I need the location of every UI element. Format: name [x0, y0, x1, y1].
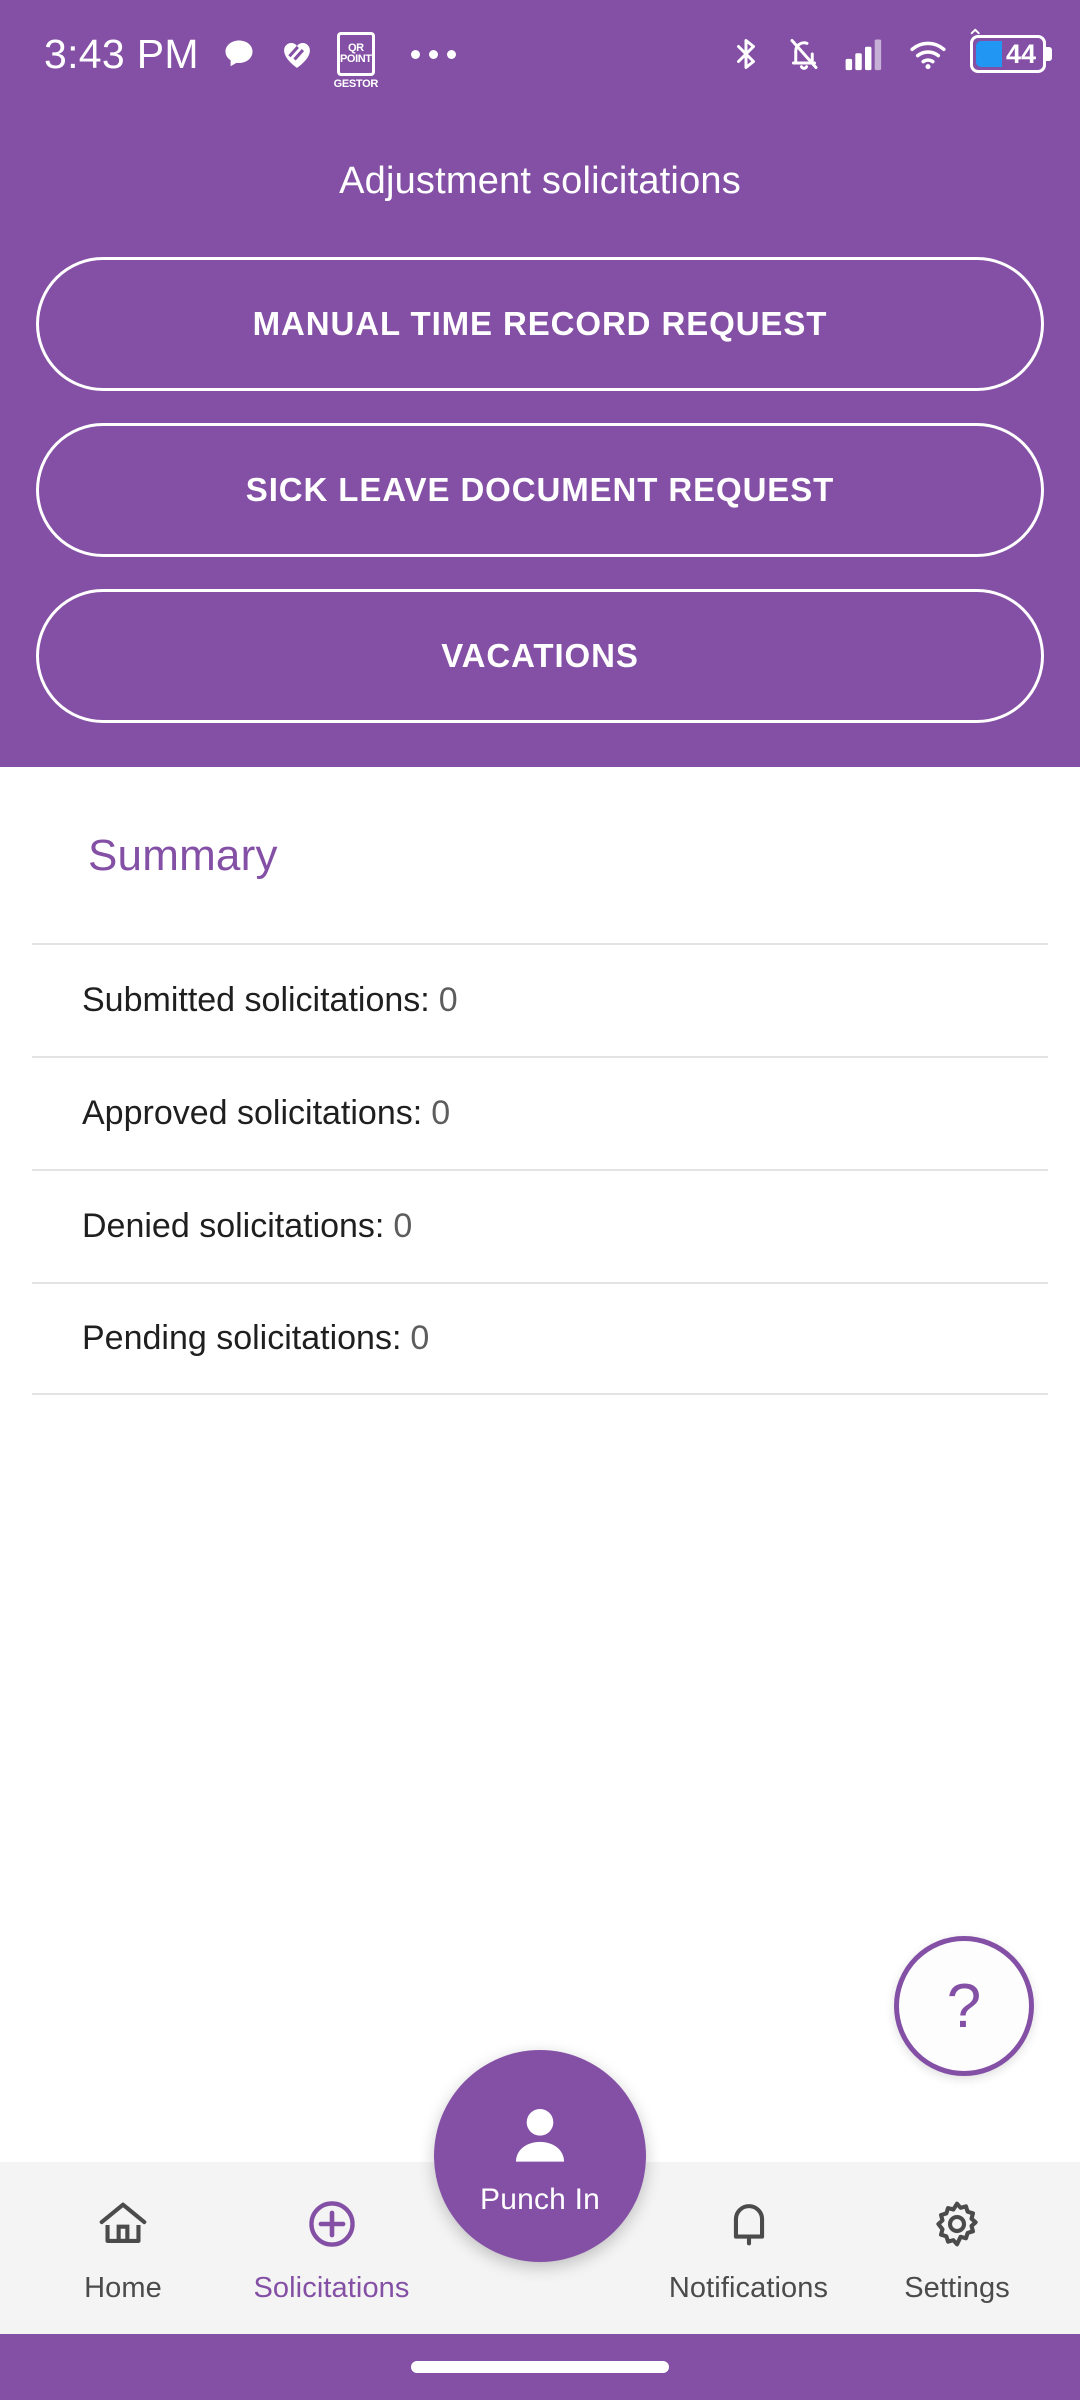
summary-label: Denied solicitations:: [82, 1207, 385, 1245]
nav-item-solicitations[interactable]: Solicitations: [239, 2192, 425, 2305]
person-icon: [501, 2096, 579, 2179]
bell-icon: [720, 2192, 778, 2256]
wifi-icon: [908, 36, 948, 72]
status-bar-clock: 3:43 PM: [44, 30, 199, 77]
notification-muted-icon: [786, 36, 822, 72]
manual-time-record-request-button[interactable]: MANUAL TIME RECORD REQUEST: [36, 257, 1044, 391]
app-screen: 3:43 PM QR POINT GESTOR ⌃ 44 Adjustment …: [0, 0, 1080, 2400]
nav-label: Solicitations: [253, 2272, 410, 2304]
heart-stripe-icon: [279, 36, 315, 72]
help-button[interactable]: ?: [894, 1936, 1034, 2076]
gear-icon: [928, 2192, 986, 2256]
gesture-bar: [0, 2334, 1080, 2400]
punch-in-button[interactable]: Punch In: [434, 2050, 646, 2262]
qr-badge-line2: POINT: [339, 53, 372, 65]
summary-value: 0: [431, 1094, 451, 1132]
status-bar: 3:43 PM QR POINT GESTOR ⌃ 44: [0, 0, 1080, 108]
qr-badge-sub: GESTOR: [333, 78, 379, 90]
nav-label: Home: [84, 2272, 162, 2304]
bottom-nav-wrapper: Home Solicitations Notifications Setting…: [0, 2050, 1080, 2334]
plus-circle-icon: [303, 2192, 361, 2256]
battery-icon: ⌃ 44: [966, 25, 1046, 73]
page-title: Adjustment solicitations: [339, 160, 741, 202]
qr-point-gestor-badge: QR POINT GESTOR: [334, 32, 378, 90]
summary-row-pending: Pending solicitations: 0: [32, 1282, 1048, 1395]
summary-value: 0: [393, 1207, 413, 1245]
signal-bars-icon: [844, 36, 886, 72]
punch-in-label: Punch In: [479, 2182, 601, 2216]
summary-list: Submitted solicitations: 0 Approved soli…: [0, 943, 1080, 1395]
header-panel: Adjustment solicitations MANUAL TIME REC…: [0, 108, 1080, 767]
summary-row-submitted: Submitted solicitations: 0: [32, 943, 1048, 1056]
summary-label: Submitted solicitations:: [82, 981, 430, 1019]
summary-value: 0: [410, 1319, 430, 1357]
content-area: Summary Submitted solicitations: 0 Appro…: [0, 767, 1080, 2162]
gesture-pill[interactable]: [411, 2361, 669, 2373]
status-bar-left: 3:43 PM QR POINT GESTOR: [44, 30, 456, 90]
battery-level-label: 44: [1005, 38, 1036, 69]
sick-leave-document-request-button[interactable]: SICK LEAVE DOCUMENT REQUEST: [36, 423, 1044, 557]
summary-label: Approved solicitations:: [82, 1094, 423, 1132]
summary-label: Pending solicitations:: [82, 1319, 402, 1357]
nav-label: Notifications: [668, 2272, 829, 2304]
nav-item-settings[interactable]: Settings: [864, 2192, 1050, 2305]
home-icon: [94, 2192, 152, 2256]
vacations-button[interactable]: VACATIONS: [36, 589, 1044, 723]
nav-item-notifications[interactable]: Notifications: [656, 2192, 842, 2305]
overflow-dots-icon: [410, 49, 456, 59]
summary-row-denied: Denied solicitations: 0: [32, 1169, 1048, 1282]
bluetooth-icon: [728, 36, 764, 72]
nav-item-home[interactable]: Home: [30, 2192, 216, 2305]
summary-value: 0: [438, 981, 458, 1019]
status-bar-right: ⌃ 44: [728, 25, 1046, 73]
nav-label: Settings: [904, 2272, 1010, 2304]
summary-heading: Summary: [88, 831, 278, 880]
chat-bubble-icon: [221, 36, 257, 72]
summary-row-approved: Approved solicitations: 0: [32, 1056, 1048, 1169]
